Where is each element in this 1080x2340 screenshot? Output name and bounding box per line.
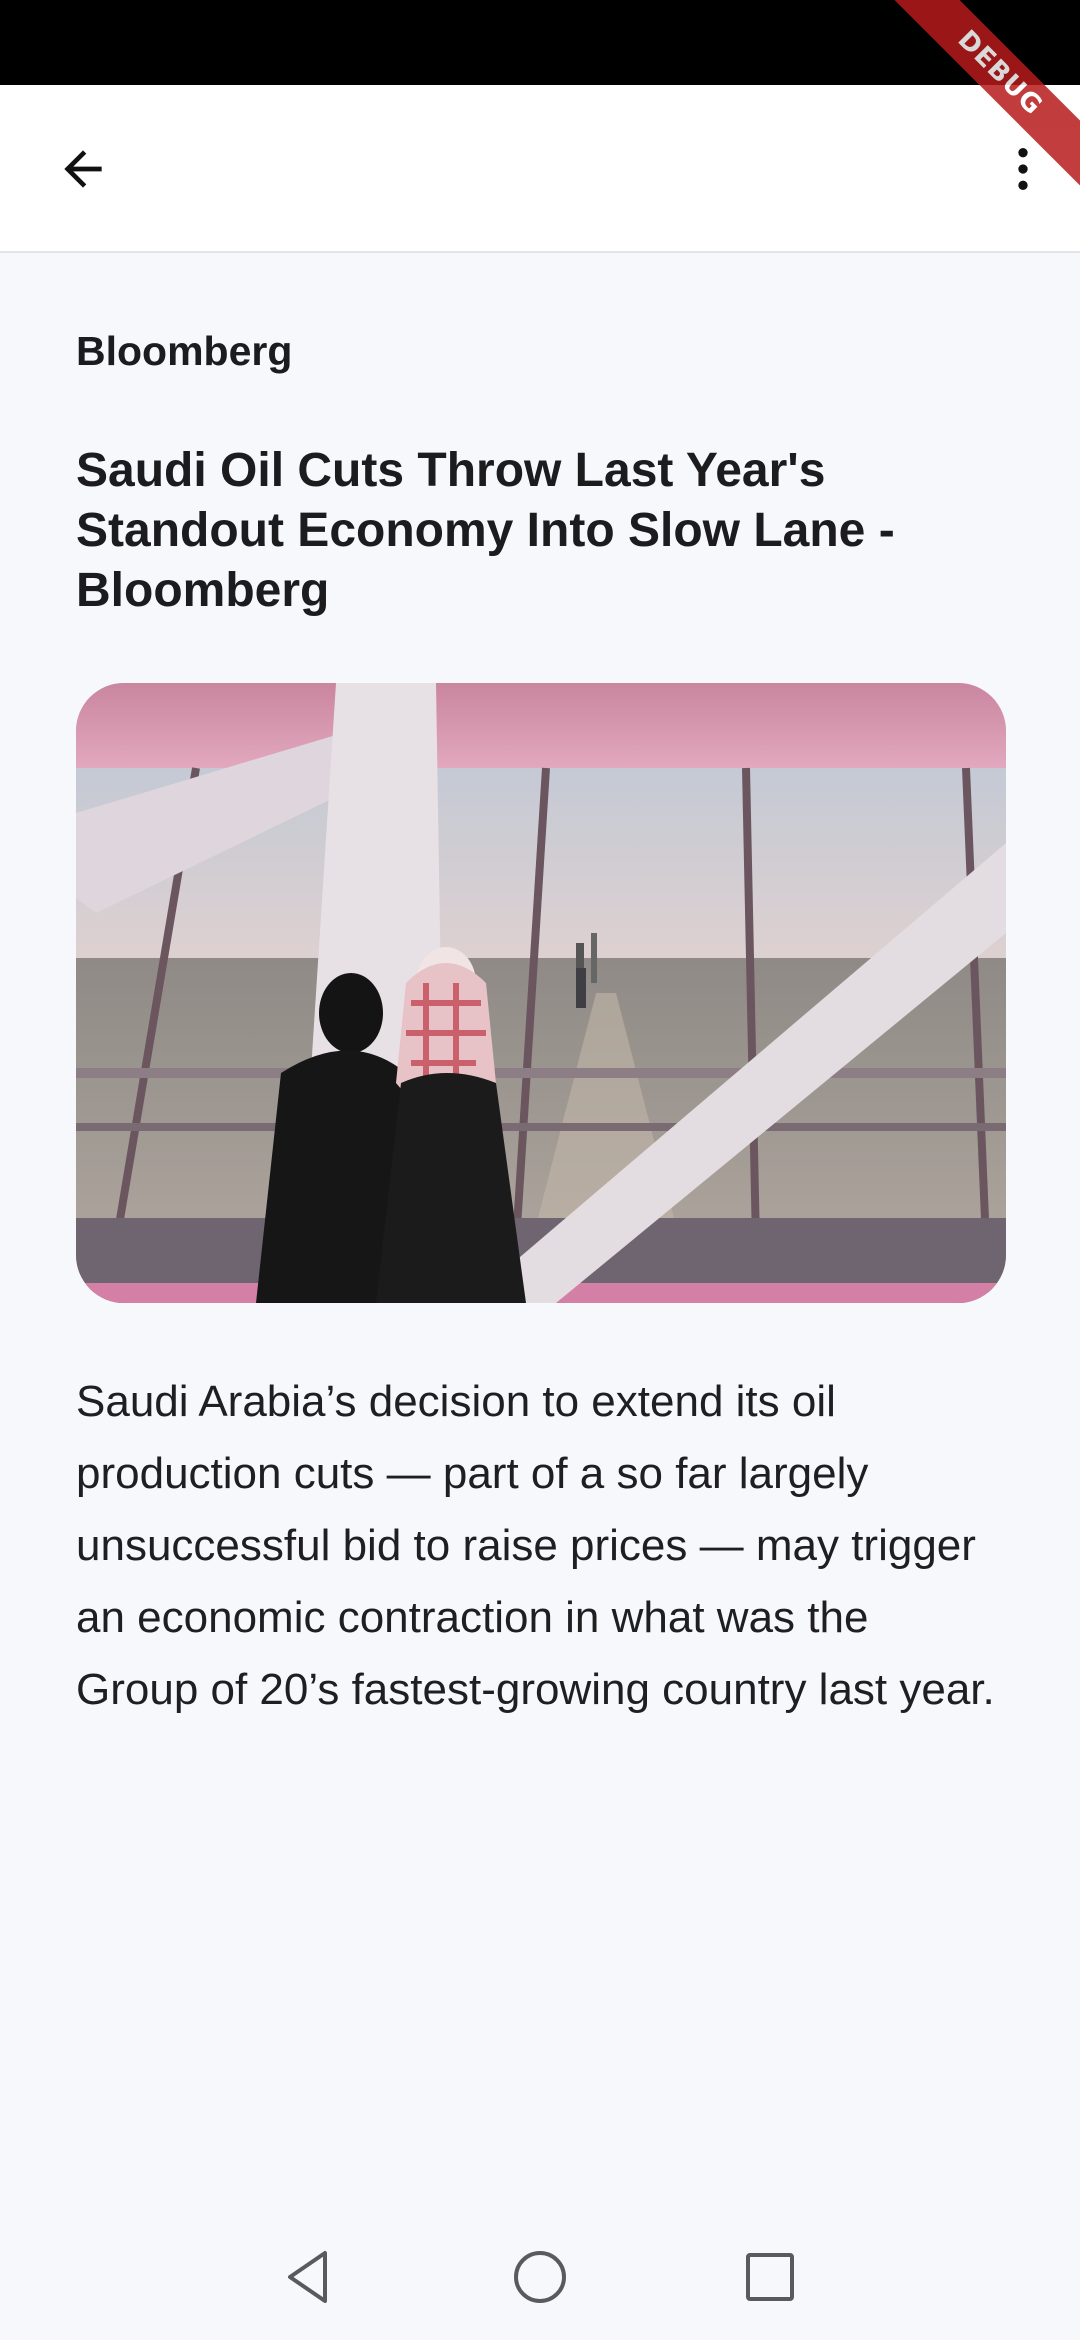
screen: DEBUG Bloomberg Saudi Oil Cuts Throw Las… xyxy=(0,0,1080,2340)
more-vert-icon xyxy=(1018,148,1028,190)
nav-home-button[interactable] xyxy=(500,2237,580,2317)
nav-back-triangle-icon xyxy=(288,2251,327,2303)
nav-home-circle-icon xyxy=(514,2251,566,2303)
article-source: Bloomberg xyxy=(76,328,293,374)
arrow-back-icon xyxy=(64,150,102,188)
nav-recent-square-icon xyxy=(746,2253,794,2301)
nav-back-button[interactable] xyxy=(270,2237,350,2317)
app-bar xyxy=(0,85,1080,253)
article-title: Saudi Oil Cuts Throw Last Year's Standou… xyxy=(76,444,895,617)
article-image xyxy=(76,683,1006,1303)
article-description: Saudi Arabia’s decision to extend its oi… xyxy=(76,1377,995,1714)
back-button[interactable] xyxy=(40,129,126,209)
system-nav-bar xyxy=(0,2215,1080,2340)
nav-recent-button[interactable] xyxy=(730,2237,810,2317)
